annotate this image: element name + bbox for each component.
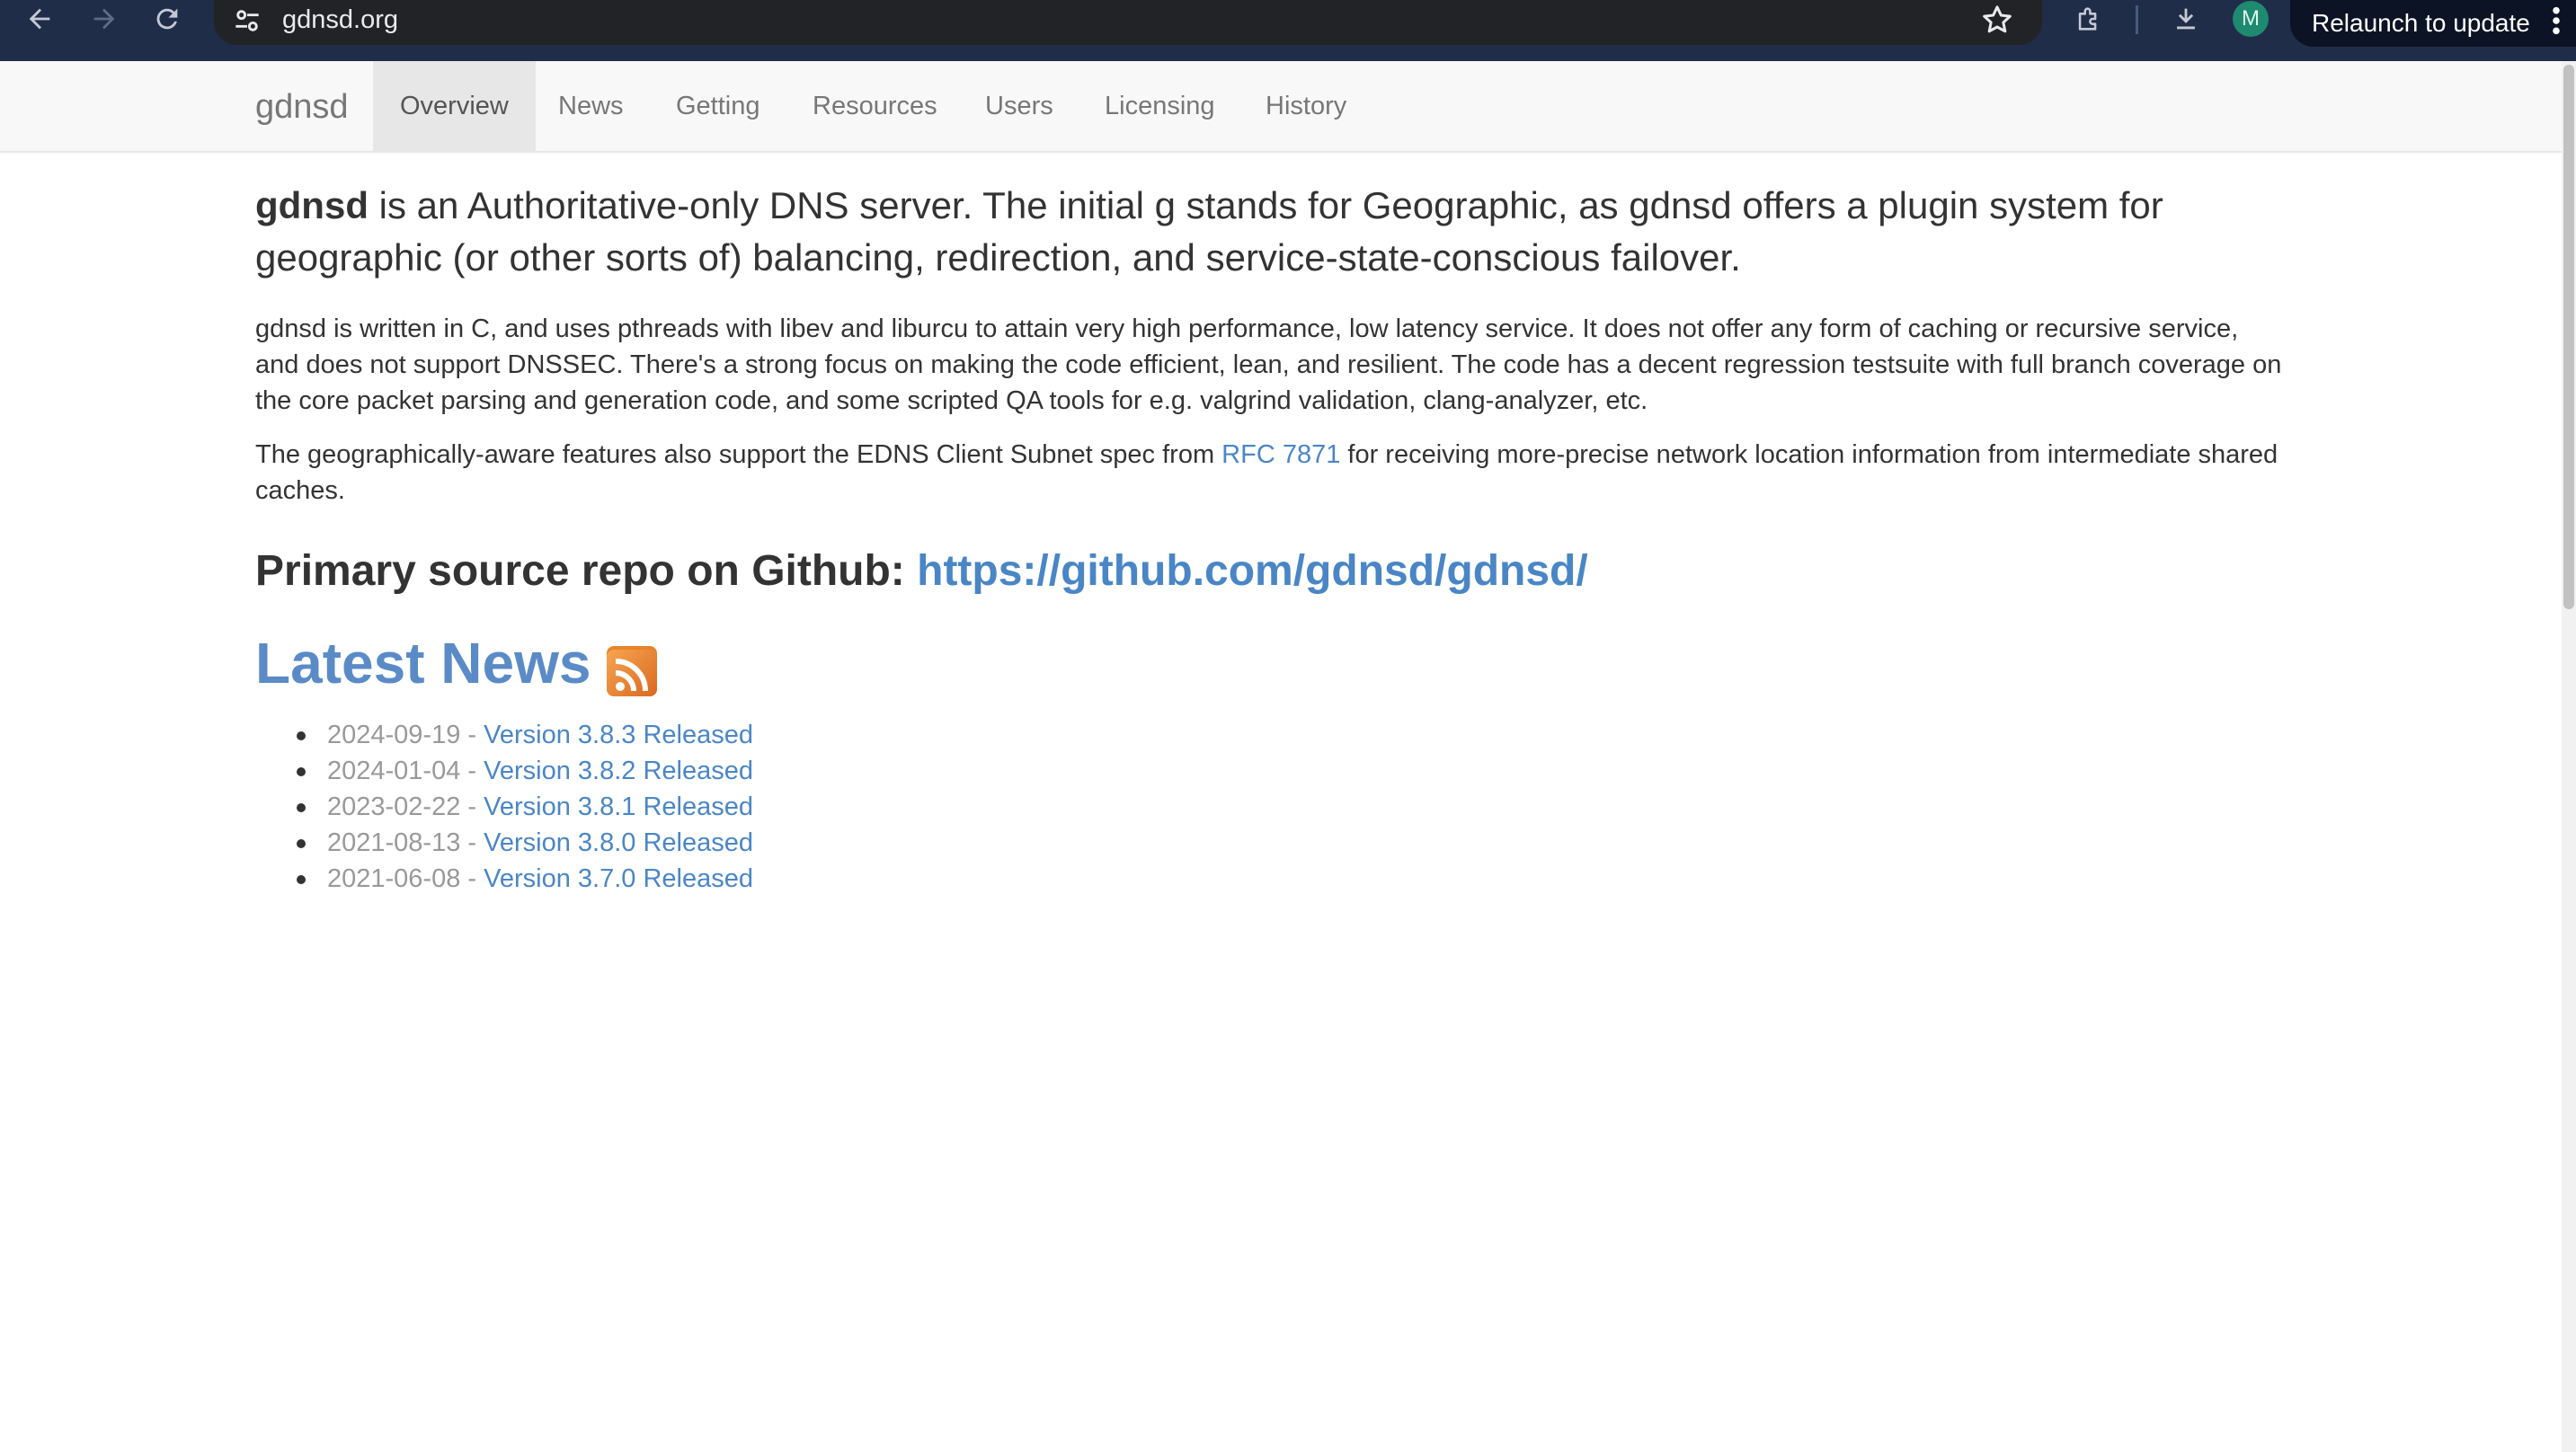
- site-brand[interactable]: gdnsd: [255, 86, 349, 128]
- news-date: 2021-06-08 -: [327, 864, 484, 893]
- lead-paragraph: gdnsd is an Authoritative-only DNS serve…: [255, 180, 2287, 284]
- extensions-icon[interactable]: [2064, 0, 2114, 38]
- repo-heading: Primary source repo on Github: https://g…: [255, 544, 2287, 598]
- page-scrollbar-thumb[interactable]: [2563, 65, 2574, 609]
- toolbar-divider: [2136, 5, 2138, 34]
- nav-label: Resources: [813, 91, 937, 120]
- news-date: 2024-09-19 -: [327, 721, 484, 749]
- address-bar[interactable]: gdnsd.org: [214, 0, 2042, 45]
- nav-label: Users: [985, 91, 1053, 120]
- profile-avatar[interactable]: M: [2233, 1, 2269, 37]
- nav-label: Licensing: [1105, 91, 1215, 120]
- nav-history[interactable]: History: [1239, 61, 1373, 151]
- main-content: gdnsd is an Authoritative-only DNS serve…: [255, 180, 2287, 897]
- ecs-text-before: The geographically-aware features also s…: [255, 440, 1222, 469]
- nav-overview[interactable]: Overview: [373, 61, 536, 151]
- relaunch-button[interactable]: Relaunch to update: [2290, 0, 2576, 47]
- download-icon[interactable]: [2161, 0, 2211, 38]
- nav-licensing[interactable]: Licensing: [1078, 61, 1242, 151]
- news-item: 2024-09-19 - Version 3.8.3 Released: [297, 717, 2287, 753]
- back-arrow-icon[interactable]: [14, 0, 65, 38]
- news-item: 2021-06-08 - Version 3.7.0 Released: [297, 861, 2287, 897]
- nav-label: Getting: [676, 91, 760, 120]
- forward-arrow-icon[interactable]: [79, 0, 129, 38]
- repo-label: Primary source repo on Github:: [255, 547, 918, 595]
- news-date: 2024-01-04 -: [327, 757, 484, 785]
- lead-text: is an Authoritative-only DNS server. The…: [255, 184, 2163, 279]
- relaunch-label: Relaunch to update: [2312, 9, 2530, 37]
- news-link[interactable]: Version 3.8.3 Released: [484, 721, 753, 749]
- url-text[interactable]: gdnsd.org: [282, 4, 398, 36]
- news-link[interactable]: Version 3.7.0 Released: [484, 864, 753, 893]
- news-link[interactable]: Version 3.8.1 Released: [484, 792, 753, 821]
- news-item: 2024-01-04 - Version 3.8.2 Released: [297, 753, 2287, 789]
- news-link[interactable]: Version 3.8.0 Released: [484, 828, 753, 857]
- nav-getting[interactable]: Getting: [649, 61, 787, 151]
- nav-label: History: [1266, 91, 1347, 120]
- news-item: 2023-02-22 - Version 3.8.1 Released: [297, 789, 2287, 825]
- rss-feed-icon[interactable]: [607, 646, 658, 696]
- latest-news-link[interactable]: Latest News: [255, 629, 591, 697]
- news-list: 2024-09-19 - Version 3.8.3 Released 2024…: [297, 717, 2287, 897]
- nav-label: News: [558, 91, 624, 120]
- news-link[interactable]: Version 3.8.2 Released: [484, 757, 753, 785]
- ecs-paragraph: The geographically-aware features also s…: [255, 437, 2287, 509]
- latest-news-heading: Latest News: [255, 629, 2287, 697]
- github-link[interactable]: https://github.com/gdnsd/gdnsd/: [917, 547, 1588, 595]
- rfc-link[interactable]: RFC 7871: [1221, 440, 1340, 469]
- news-item: 2021-08-13 - Version 3.8.0 Released: [297, 825, 2287, 861]
- nav-resources[interactable]: Resources: [786, 61, 964, 151]
- nav-news[interactable]: News: [531, 61, 651, 151]
- description-paragraph: gdnsd is written in C, and uses pthreads…: [255, 314, 2282, 415]
- bookmark-star-icon[interactable]: [1979, 2, 2015, 38]
- news-date: 2023-02-22 -: [327, 792, 484, 821]
- site-navbar: gdnsd Overview News Getting Resources Us…: [0, 61, 2562, 153]
- nav-label: Overview: [400, 91, 509, 120]
- browser-toolbar: gdnsd.org M Relaunch to update: [0, 0, 2576, 61]
- site-settings-icon[interactable]: [230, 4, 264, 38]
- lead-bold: gdnsd: [255, 184, 369, 226]
- more-vert-icon[interactable]: [2551, 5, 2562, 36]
- reload-icon[interactable]: [142, 0, 192, 38]
- nav-users[interactable]: Users: [958, 61, 1080, 151]
- news-date: 2021-08-13 -: [327, 828, 484, 857]
